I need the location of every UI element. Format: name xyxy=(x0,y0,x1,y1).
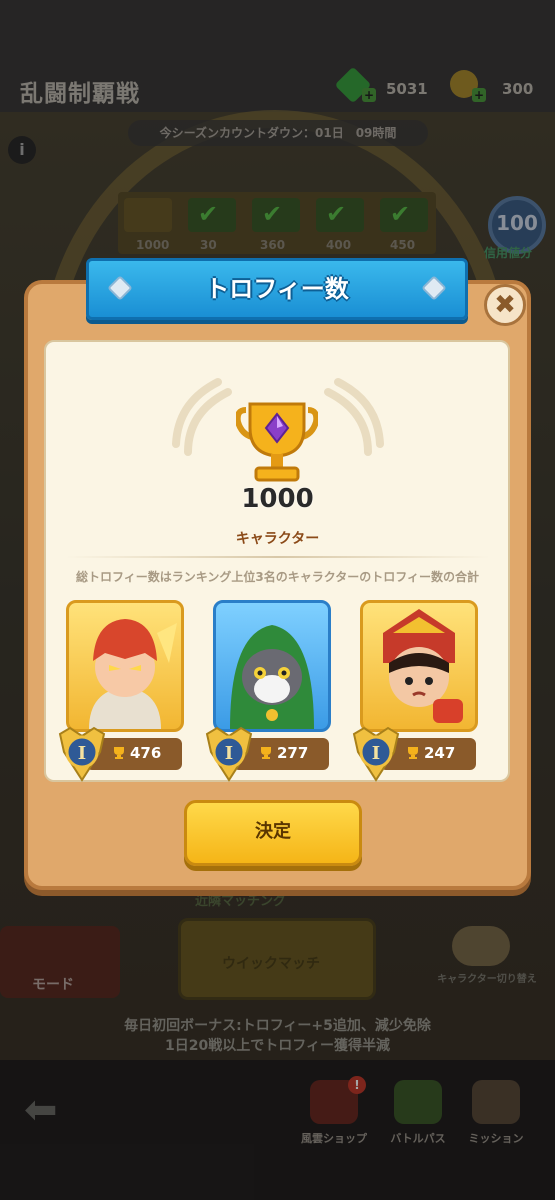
divider xyxy=(66,556,490,558)
modal-title: トロフィー数 xyxy=(205,275,349,303)
rank-badge-icon: I xyxy=(205,726,253,782)
character-card[interactable] xyxy=(360,600,478,732)
character-card[interactable] xyxy=(213,600,331,732)
confirm-label: 決定 xyxy=(255,821,291,842)
rank-text: I xyxy=(372,743,380,764)
character-trophy-count: 247 xyxy=(424,744,456,762)
trophy-icon xyxy=(408,747,418,759)
character-card[interactable] xyxy=(66,600,184,732)
rank-text: I xyxy=(78,743,86,764)
trophy-icon xyxy=(114,747,124,759)
character-portrait xyxy=(383,609,463,723)
character-trophy-count: 277 xyxy=(277,744,309,762)
trophy-icon xyxy=(236,402,318,482)
rank-text: I xyxy=(225,743,233,764)
section-label: キャラクター xyxy=(235,531,320,547)
trophy-icon xyxy=(261,747,271,759)
rank-badge-icon: I xyxy=(352,726,400,782)
character-portrait xyxy=(89,619,177,729)
close-button[interactable]: ✖ xyxy=(484,284,526,326)
total-trophy-count: 1000 xyxy=(241,484,314,514)
trophy-description: 総トロフィー数はランキング上位3名のキャラクターのトロフィー数の合計 xyxy=(75,570,480,584)
confirm-button[interactable]: 決定 xyxy=(184,800,362,866)
modal-title-banner: トロフィー数 xyxy=(86,258,468,320)
character-trophy-count: 476 xyxy=(130,744,162,762)
character-portrait xyxy=(230,625,314,729)
rank-badge-icon: I xyxy=(58,726,106,782)
